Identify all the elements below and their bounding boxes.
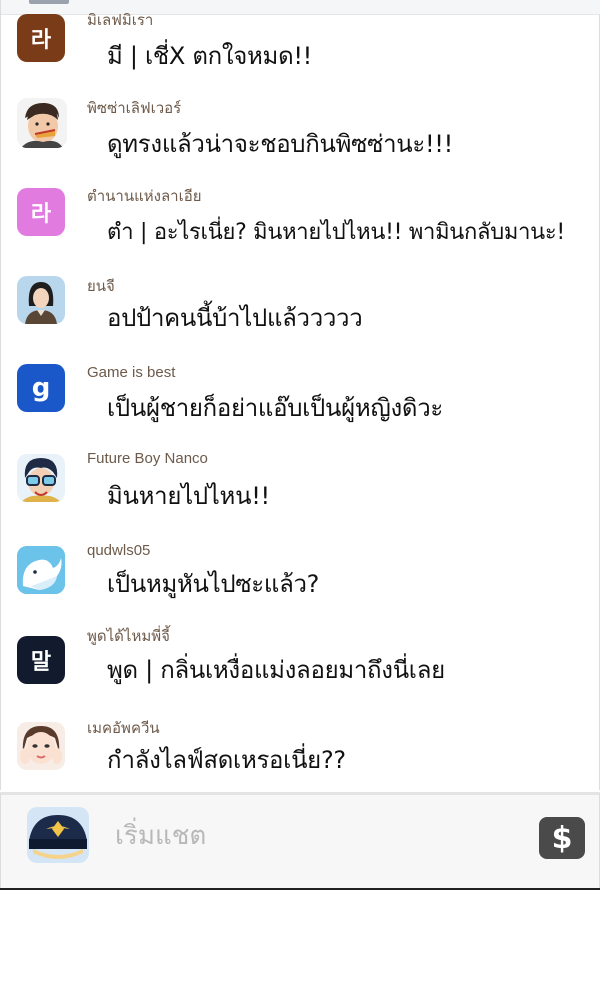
message-text: มี | เชี่X ตกใจหมด!! [107, 42, 312, 70]
user-avatar[interactable] [17, 276, 65, 324]
chat-input[interactable] [113, 817, 517, 855]
chat-composer: $ [0, 792, 600, 888]
woman-portrait-avatar-icon [17, 276, 65, 324]
chat-message: 말 พูดได้ไหมพี่จี้ พูด | กลิ่นเหงื่อแม่งล… [1, 622, 600, 710]
chat-message: g Game is best เป็นผู้ชายก็อย่าแอ๊บเป็นผ… [1, 360, 600, 448]
message-username: Game is best [87, 364, 176, 381]
message-text: พูด | กลิ่นเหงื่อแม่งลอยมาถึงนี่เลย [107, 656, 445, 684]
whale-avatar-icon [17, 546, 65, 594]
my-avatar[interactable] [27, 807, 89, 863]
message-username: ตำนานแห่งลาเอีย [87, 188, 202, 205]
user-avatar[interactable] [17, 546, 65, 594]
man-eating-avatar-icon [17, 98, 67, 148]
chat-message: Future Boy Nanco มินหายไปไหน!! [1, 448, 600, 536]
message-username: พิซซ่าเลิฟเวอร์ [87, 100, 182, 117]
chat-message: ยนจี อปป้าคนนี้บ้าไปแล้ววววว [1, 270, 600, 358]
chat-screen: 라 มิเลฟมิเรา มี | เชี่X ตกใจหมด!! พิซซ่า… [0, 0, 600, 890]
woman-face-avatar-icon [17, 722, 65, 770]
message-username: พูดได้ไหมพี่จี้ [87, 628, 170, 645]
message-text: เป็นผู้ชายก็อย่าแอ๊บเป็นผู้หญิงดิวะ [107, 394, 443, 422]
message-text: กำลังไลฟ์สดเหรอเนี่ย?? [107, 746, 346, 774]
police-cap-avatar-icon [27, 807, 89, 863]
message-text: เป็นหมูหันไปซะแล้ว? [107, 570, 320, 598]
user-avatar[interactable] [17, 98, 67, 148]
user-avatar[interactable]: g [17, 364, 65, 412]
chat-message: 라 ตำนานแห่งลาเอีย ตำ | อะไรเนี่ย? มินหาย… [1, 180, 600, 268]
user-avatar[interactable] [17, 454, 65, 502]
message-username: qudwls05 [87, 542, 151, 559]
message-text: มินหายไปไหน!! [107, 482, 270, 510]
message-text: ดูทรงแล้วน่าจะชอบกินพิซซ่านะ!!! [107, 130, 453, 158]
user-avatar[interactable]: 라 [17, 188, 65, 236]
chat-message: qudwls05 เป็นหมูหันไปซะแล้ว? [1, 538, 600, 626]
user-avatar[interactable] [17, 722, 65, 770]
donate-button[interactable]: $ [539, 817, 585, 859]
message-username: เมคอัพควีน [87, 720, 160, 737]
boy-goggles-avatar-icon [17, 454, 65, 502]
user-avatar[interactable]: 라 [17, 14, 65, 62]
message-text: ตำ | อะไรเนี่ย? มินหายไปไหน!! พามินกลับม… [107, 220, 565, 245]
user-avatar[interactable]: 말 [17, 636, 65, 684]
dollar-icon: $ [551, 820, 573, 856]
message-text: อปป้าคนนี้บ้าไปแล้ววววว [107, 304, 363, 332]
chat-message: เมคอัพควีน กำลังไลฟ์สดเหรอเนี่ย?? [1, 712, 600, 800]
chat-message-list[interactable]: 라 มิเลฟมิเรา มี | เชี่X ตกใจหมด!! พิซซ่า… [0, 0, 600, 790]
chat-message: พิซซ่าเลิฟเวอร์ ดูทรงแล้วน่าจะชอบกินพิซซ… [1, 92, 600, 180]
message-username: ยนจี [87, 278, 115, 295]
chat-message: 라 มิเลฟมิเรา มี | เชี่X ตกใจหมด!! [1, 4, 600, 92]
message-username: Future Boy Nanco [87, 450, 208, 467]
message-username: มิเลฟมิเรา [87, 12, 154, 29]
